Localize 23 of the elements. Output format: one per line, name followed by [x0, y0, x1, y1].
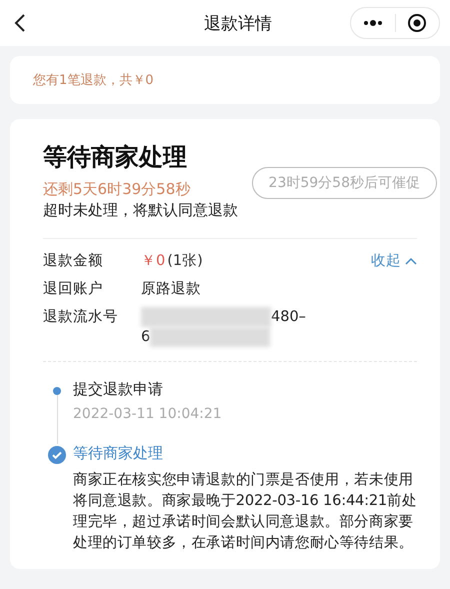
page-title: 退款详情 [204, 12, 272, 34]
step-title: 提交退款申请 [73, 380, 164, 400]
serial-number: 6 [141, 329, 150, 346]
step-time: 2022-03-11 10:04:21 [73, 406, 223, 422]
countdown-text: 还剩5天6时39分58秒 [43, 180, 190, 198]
detail-label: 退回账户 [43, 280, 104, 299]
timeline-dot [53, 387, 61, 396]
detail-value: ￥0(1张) [141, 252, 203, 271]
step-description: 商家正在核实您申请退款的门票是否使用，若未使用将同意退款。商家最晚于2022-03-16 16:44:21前处理完毕，超过承诺时间会默认同意退款。部分商家要处理的订单较多，在承诺时间内请您耐心等待结果。 [73, 470, 418, 554]
detail-label: 退款金额 [43, 252, 104, 271]
serial-number: 480– [271, 309, 306, 325]
refund-summary: 您有1笔退款，共￥0 [32, 72, 155, 90]
step-title: 等待商家处理 [73, 444, 164, 464]
timeout-note: 超时未处理，将默认同意退款 [43, 201, 239, 220]
check-icon [48, 446, 66, 464]
detail-label: 退款流水号 [43, 308, 119, 327]
status-title: 等待商家处理 [43, 142, 188, 173]
detail-value: 原路退款 [141, 280, 202, 299]
more-icon[interactable] [362, 19, 384, 27]
collapse-link[interactable]: 收起 [371, 251, 417, 270]
target-icon[interactable] [407, 13, 428, 33]
caret-icon [405, 256, 417, 264]
back-icon[interactable] [14, 13, 26, 33]
